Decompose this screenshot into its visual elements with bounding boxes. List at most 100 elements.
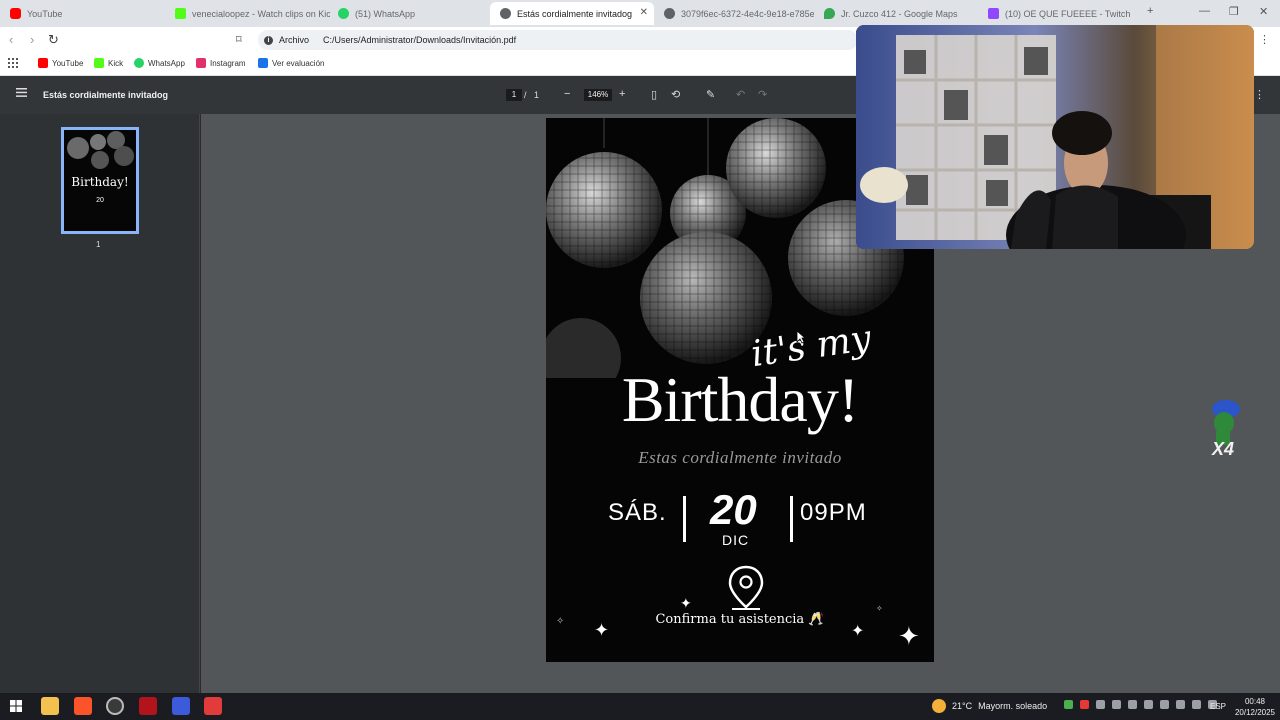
streaming-app-icon[interactable]: [204, 697, 222, 715]
tray-app-icon[interactable]: [1096, 700, 1105, 709]
weather-desc: Mayorm. soleado: [978, 701, 1048, 711]
bookmark-icon[interactable]: ⌑: [236, 33, 242, 46]
sparkle-icon: ✧: [556, 616, 565, 627]
windows-taskbar: 21°C Mayorm. soleado ESP 00:48 20/12/202…: [0, 693, 1280, 720]
event-date-number: 20: [710, 486, 757, 533]
back-icon[interactable]: ‹: [9, 32, 13, 47]
bookmark-ver-evaluacion[interactable]: Ver evaluación: [258, 58, 324, 68]
bookmark-label: Instagram: [210, 58, 246, 68]
tab-youtube[interactable]: YouTube: [0, 2, 165, 25]
tab-whatsapp[interactable]: (51) WhatsApp: [328, 2, 490, 25]
fit-page-icon[interactable]: ▯: [651, 88, 657, 101]
clock-time: 00:48: [1244, 697, 1266, 706]
zoom-out-icon[interactable]: −: [564, 88, 570, 100]
tab-kick[interactable]: venecialoopez - Watch clips on Kick: [165, 2, 330, 25]
tab-label: venecialoopez - Watch clips on Kick: [192, 8, 330, 19]
tab-label: YouTube: [27, 8, 63, 19]
bookmark-whatsapp[interactable]: WhatsApp: [134, 58, 185, 68]
tray-app-icon[interactable]: [1144, 700, 1153, 709]
zoom-level-input[interactable]: 146%: [584, 89, 612, 101]
disco-balls-thumb: [67, 131, 134, 169]
divider: [790, 496, 793, 542]
bookmark-label: Kick: [108, 58, 124, 68]
page-number-input[interactable]: 1: [506, 89, 522, 101]
annotate-pen-icon[interactable]: ✎: [706, 88, 715, 101]
tray-app-icon[interactable]: [1112, 700, 1121, 709]
bookmark-label: YouTube: [52, 58, 84, 68]
menu-icon[interactable]: ⋮: [1259, 33, 1270, 46]
windows-start-icon[interactable]: [10, 700, 22, 712]
webcam-overlay: [856, 25, 1254, 249]
location-pin-icon: [728, 565, 764, 610]
microphone-icon[interactable]: [1080, 700, 1089, 709]
app-icon[interactable]: [172, 697, 190, 715]
close-window-button[interactable]: ✕: [1259, 5, 1268, 18]
invitation-subtitle: Estas cordialmente invitado: [638, 448, 842, 467]
info-icon[interactable]: i: [264, 35, 273, 45]
instagram-icon: [196, 58, 206, 68]
svg-text:X4: X4: [1211, 439, 1234, 459]
restore-button[interactable]: ❐: [1229, 5, 1239, 18]
zoom-in-icon[interactable]: +: [619, 88, 625, 100]
obs-icon[interactable]: [106, 697, 124, 715]
network-icon[interactable]: [1176, 700, 1185, 709]
tab-pdf-invitation[interactable]: Estás cordialmente invitadog ✕: [490, 2, 654, 25]
tab-uuid[interactable]: 3079f6ec-6372-4e4c-9e18-e785e0ba: [654, 2, 814, 25]
event-time: 09PM: [800, 499, 867, 526]
tab-label: (10) OE QUE FUEEEE - Twitch: [1005, 8, 1131, 19]
sparkle-icon: ✦: [851, 623, 865, 640]
more-options-icon[interactable]: ⋮: [1254, 88, 1265, 101]
forward-icon[interactable]: ›: [30, 32, 34, 47]
minimize-button[interactable]: —: [1199, 5, 1210, 17]
whatsapp-icon: [134, 58, 144, 68]
rotate-icon[interactable]: ⟲: [671, 88, 680, 101]
sparkle-icon: ✦: [594, 620, 610, 640]
maps-pin-icon: [824, 8, 835, 19]
new-tab-button[interactable]: +: [1147, 5, 1153, 17]
apps-grid-icon[interactable]: [8, 58, 18, 68]
file-explorer-icon[interactable]: [41, 697, 59, 715]
tab-twitch[interactable]: (10) OE QUE FUEEEE - Twitch: [978, 2, 1140, 25]
event-day: SÁB.: [608, 499, 667, 526]
thumbnail-sidebar: Birthday! 20 1: [0, 114, 200, 693]
clock-date: 20/12/2025: [1234, 708, 1276, 717]
tray-app-icon[interactable]: [1064, 700, 1073, 709]
system-clock[interactable]: 00:48 20/12/2025: [1234, 696, 1276, 718]
volume-icon[interactable]: [1192, 700, 1201, 709]
kick-icon: [175, 8, 186, 19]
tab-label: 3079f6ec-6372-4e4c-9e18-e785e0ba: [681, 8, 814, 19]
omnibox[interactable]: i Archivo C:/Users/Administrator/Downloa…: [258, 30, 858, 50]
bookmark-youtube[interactable]: YouTube: [38, 58, 83, 68]
sparkle-icon: ✧: [876, 604, 883, 613]
kick-icon: [94, 58, 104, 68]
redo-icon[interactable]: ↷: [758, 88, 767, 101]
youtube-icon: [10, 8, 21, 19]
thumb-date-number: 20: [96, 197, 104, 204]
whatsapp-icon: [338, 8, 349, 19]
divider: [683, 496, 686, 542]
scheme-label: Archivo: [279, 35, 310, 45]
sun-cloud-icon: [932, 699, 946, 713]
brave-browser-icon[interactable]: [74, 697, 92, 715]
reload-icon[interactable]: ↻: [48, 32, 59, 48]
tray-app-icon[interactable]: [1128, 700, 1137, 709]
mouse-cursor-icon: [796, 330, 806, 344]
page-thumbnail[interactable]: Birthday! 20: [61, 127, 139, 234]
input-language[interactable]: ESP: [1210, 702, 1226, 711]
voicemeeter-icon[interactable]: [139, 697, 157, 715]
weather-temp: 21°C: [952, 701, 973, 711]
thumb-headline: Birthday!: [71, 175, 129, 189]
url-text[interactable]: C:/Users/Administrator/Downloads/Invitac…: [323, 35, 516, 45]
tab-label: (51) WhatsApp: [355, 8, 416, 19]
tab-google-maps[interactable]: Jr. Cuzco 412 - Google Maps: [814, 2, 976, 25]
weather-widget[interactable]: 21°C Mayorm. soleado: [932, 699, 1047, 713]
close-tab-icon[interactable]: ✕: [640, 7, 648, 18]
tray-app-icon[interactable]: [1160, 700, 1169, 709]
bookmark-kick[interactable]: Kick: [94, 58, 123, 68]
bookmark-label: Ver evaluación: [272, 58, 325, 68]
bookmark-instagram[interactable]: Instagram: [196, 58, 246, 68]
sidebar-menu-icon[interactable]: [16, 88, 27, 100]
undo-icon[interactable]: ↶: [736, 88, 745, 101]
globe-icon: [664, 8, 675, 19]
total-pages: 1: [534, 90, 540, 100]
